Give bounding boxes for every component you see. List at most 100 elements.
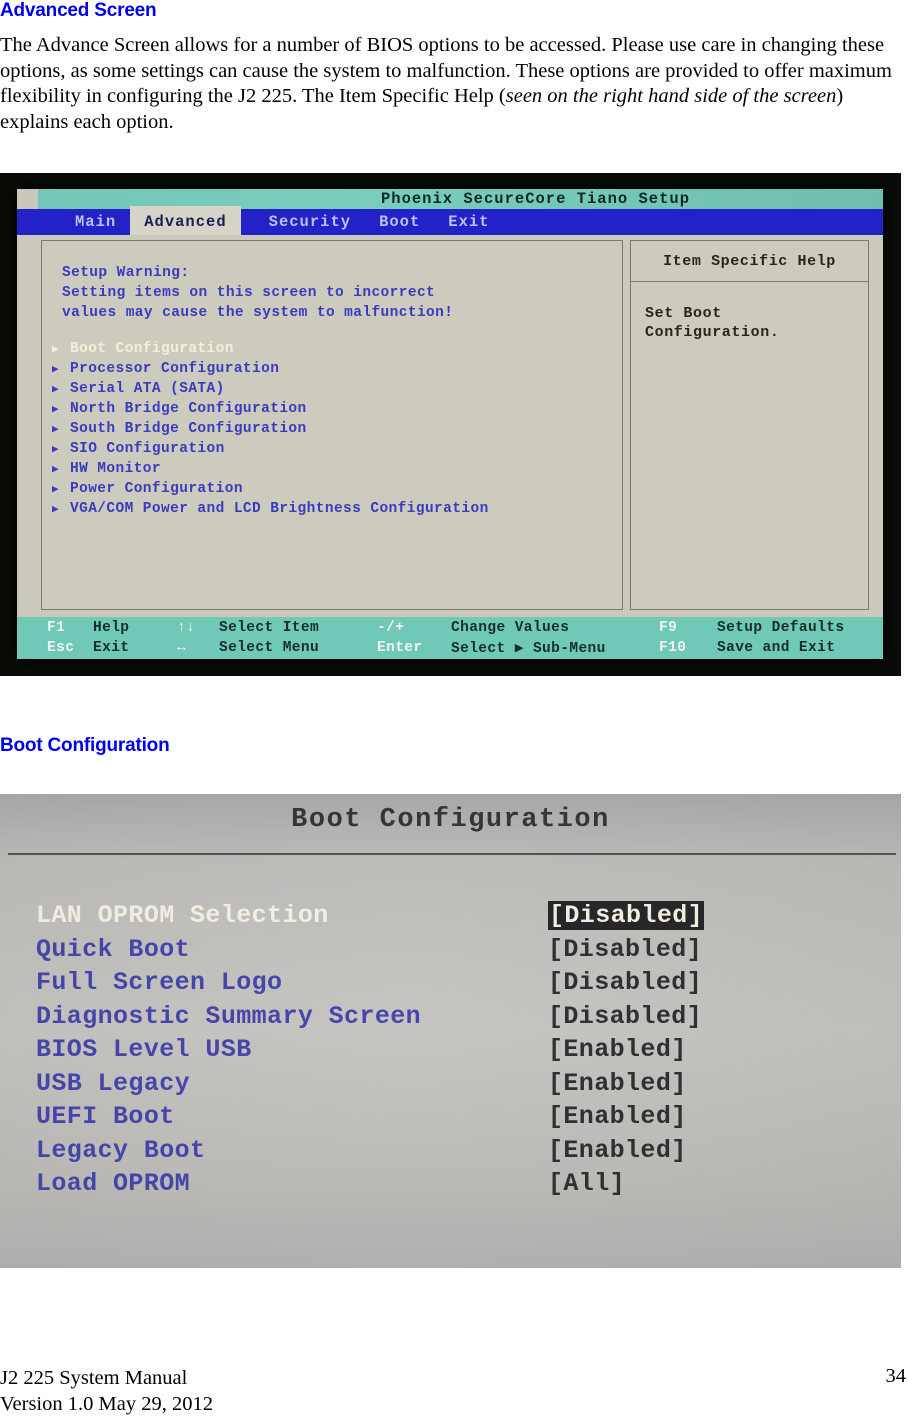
option-value[interactable]: [All] — [548, 1169, 625, 1198]
page-heading-boot-configuration: Boot Configuration — [0, 735, 170, 756]
bios-body: Setup Warning: Setting items on this scr… — [17, 235, 883, 617]
option-row-bios-level-usb[interactable]: BIOS Level USB [Enabled] — [36, 1035, 856, 1069]
menu-item-hw-monitor[interactable]: ▶ HW Monitor — [52, 461, 618, 481]
triangle-right-icon: ▶ — [52, 484, 60, 496]
option-row-usb-legacy[interactable]: USB Legacy [Enabled] — [36, 1069, 856, 1103]
manual-page: Advanced Screen The Advance Screen allow… — [0, 0, 908, 1419]
bios-menu-bar: Main Advanced Security Boot Exit — [17, 205, 883, 239]
key-updown-arrows: ↑↓ — [177, 620, 196, 636]
tab-advanced[interactable]: Advanced — [130, 205, 241, 239]
key-enter-desc: Select ▶ Sub-Menu — [451, 640, 606, 657]
menu-item-label: HW Monitor — [70, 461, 162, 477]
key-f1-desc: Help — [93, 620, 130, 636]
key-updown-desc: Select Item — [219, 620, 320, 636]
key-enter: Enter — [377, 640, 423, 656]
option-value[interactable]: [Disabled] — [548, 901, 705, 930]
option-value[interactable]: [Enabled] — [548, 1035, 687, 1064]
option-label: Load OPROM — [36, 1169, 191, 1198]
option-row-uefi-boot[interactable]: UEFI Boot [Enabled] — [36, 1102, 856, 1136]
option-row-full-screen-logo[interactable]: Full Screen Logo [Disabled] — [36, 968, 856, 1002]
option-row-legacy-boot[interactable]: Legacy Boot [Enabled] — [36, 1136, 856, 1170]
footer-manual-info: J2 225 System Manual Version 1.0 May 29,… — [0, 1367, 213, 1415]
menu-item-label: North Bridge Configuration — [70, 401, 307, 417]
paragraph-text-italic: seen on the right hand side of the scree… — [505, 85, 837, 107]
key-leftright-desc: Select Menu — [219, 640, 320, 656]
help-panel-body: Set Boot Configuration. — [645, 305, 780, 341]
bios-screen: Phoenix SecureCore Tiano Setup Main Adva… — [17, 189, 883, 659]
option-row-diagnostic-summary-screen[interactable]: Diagnostic Summary Screen [Disabled] — [36, 1002, 856, 1036]
option-label: BIOS Level USB — [36, 1035, 252, 1064]
menu-item-label: Serial ATA (SATA) — [70, 381, 225, 397]
option-label: Diagnostic Summary Screen — [36, 1001, 422, 1031]
key-leftright-arrows: ↔ — [177, 640, 187, 656]
key-f9: F9 — [659, 620, 678, 636]
tab-security[interactable]: Security — [255, 210, 365, 235]
key-f10: F10 — [659, 640, 687, 656]
triangle-right-icon: ▶ — [52, 404, 60, 416]
menu-item-vga-com-power-lcd-brightness[interactable]: ▶ VGA/COM Power and LCD Brightness Confi… — [52, 501, 618, 521]
bios-options-pane: Setup Warning: Setting items on this scr… — [41, 240, 623, 610]
option-value[interactable]: [Disabled] — [548, 935, 702, 964]
option-label: USB Legacy — [36, 1068, 191, 1098]
key-minus-plus: -/+ — [377, 620, 405, 636]
bios-key-legend-bar: F1 Help ↑↓ Select Item -/+ Change Values… — [17, 617, 883, 659]
triangle-right-icon: ▶ — [52, 384, 60, 396]
bios-submenu-list: ▶ Boot Configuration ▶ Processor Configu… — [52, 341, 618, 521]
setup-warning-text: Setup Warning: Setting items on this scr… — [62, 265, 454, 321]
menu-item-label: VGA/COM Power and LCD Brightness Configu… — [70, 501, 489, 517]
option-row-quick-boot[interactable]: Quick Boot [Disabled] — [36, 935, 856, 969]
menu-item-serial-ata[interactable]: ▶ Serial ATA (SATA) — [52, 381, 618, 401]
item-specific-help-pane: Item Specific Help Set Boot Configuratio… — [630, 240, 869, 610]
bios-boot-screen: Boot Configuration LAN OPROM Selection [… — [0, 794, 901, 1268]
menu-item-label: SIO Configuration — [70, 441, 225, 457]
key-f1: F1 — [47, 620, 66, 636]
menu-item-label: Boot Configuration — [70, 341, 234, 357]
key-legend-row-2: Esc Exit ↔ Select Menu Enter Select ▶ Su… — [17, 638, 883, 658]
footer-page-number: 34 — [885, 1365, 907, 1387]
tab-main[interactable]: Main — [61, 210, 130, 235]
key-esc: Esc — [47, 640, 75, 656]
menu-item-boot-configuration[interactable]: ▶ Boot Configuration — [52, 341, 618, 361]
bios-boot-configuration-photo: Boot Configuration LAN OPROM Selection [… — [0, 794, 901, 1268]
menu-item-label: Power Configuration — [70, 481, 243, 497]
option-value[interactable]: [Enabled] — [548, 1102, 687, 1131]
menu-item-processor-configuration[interactable]: ▶ Processor Configuration — [52, 361, 618, 381]
option-label: UEFI Boot — [36, 1102, 175, 1131]
help-panel-title: Item Specific Help — [631, 241, 868, 282]
menu-item-power-configuration[interactable]: ▶ Power Configuration — [52, 481, 618, 501]
triangle-right-icon: ▶ — [52, 364, 60, 376]
boot-config-divider — [8, 853, 896, 855]
intro-paragraph: The Advance Screen allows for a number o… — [0, 33, 906, 135]
triangle-right-icon: ▶ — [52, 464, 60, 476]
tab-exit[interactable]: Exit — [434, 210, 503, 235]
key-f10-desc: Save and Exit — [717, 640, 836, 656]
key-esc-desc: Exit — [93, 640, 130, 656]
triangle-right-icon: ▶ — [52, 504, 60, 516]
option-value[interactable]: [Enabled] — [548, 1136, 687, 1165]
menu-item-south-bridge-configuration[interactable]: ▶ South Bridge Configuration — [52, 421, 618, 441]
key-f9-desc: Setup Defaults — [717, 620, 845, 636]
option-value[interactable]: [Enabled] — [548, 1069, 687, 1098]
page-heading-advanced-screen: Advanced Screen — [0, 0, 157, 21]
option-row-load-oprom[interactable]: Load OPROM [All] — [36, 1169, 856, 1203]
option-label: Quick Boot — [36, 934, 191, 964]
tab-boot[interactable]: Boot — [365, 210, 434, 235]
boot-config-option-list: LAN OPROM Selection [Disabled] Quick Boo… — [36, 901, 856, 1203]
key-legend-row-1: F1 Help ↑↓ Select Item -/+ Change Values… — [17, 618, 883, 638]
menu-item-sio-configuration[interactable]: ▶ SIO Configuration — [52, 441, 618, 461]
menu-item-label: Processor Configuration — [70, 361, 280, 377]
triangle-right-icon: ▶ — [52, 424, 60, 436]
option-label: Full Screen Logo — [36, 968, 283, 997]
option-label: LAN OPROM Selection — [36, 901, 329, 930]
option-row-lan-oprom-selection[interactable]: LAN OPROM Selection [Disabled] — [36, 901, 856, 935]
menu-item-label: South Bridge Configuration — [70, 421, 307, 437]
option-label: Legacy Boot — [36, 1135, 206, 1165]
option-value[interactable]: [Disabled] — [548, 1002, 702, 1031]
boot-config-title: Boot Configuration — [291, 805, 610, 835]
option-value[interactable]: [Disabled] — [548, 968, 702, 997]
menu-item-north-bridge-configuration[interactable]: ▶ North Bridge Configuration — [52, 401, 618, 421]
triangle-right-icon: ▶ — [52, 444, 60, 456]
key-minus-plus-desc: Change Values — [451, 620, 570, 636]
bios-setup-title: Phoenix SecureCore Tiano Setup — [380, 190, 691, 208]
triangle-right-icon: ▶ — [52, 344, 60, 356]
